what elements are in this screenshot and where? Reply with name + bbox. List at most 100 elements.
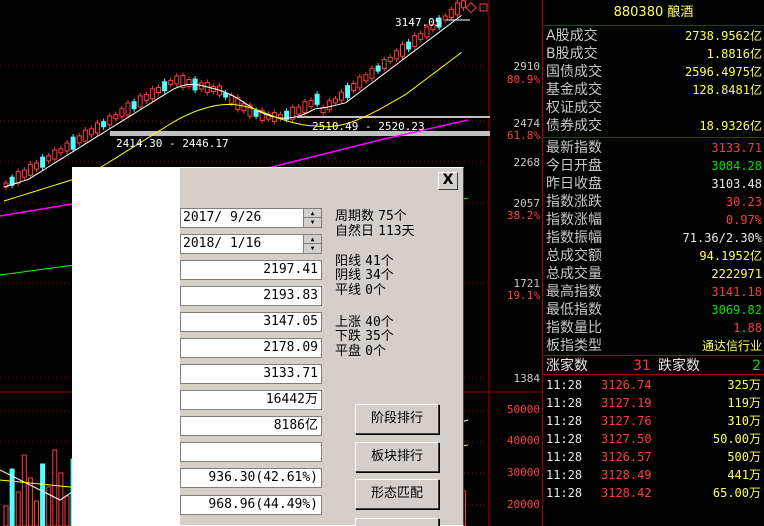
tick-row[interactable]: 11:28 3127.50 50.00万 <box>543 430 764 448</box>
info-row: 权证成交 <box>543 99 764 117</box>
info-value: 128.8481亿 <box>692 83 762 97</box>
dialog-titlebar[interactable]: X <box>180 168 463 194</box>
pattern-match-button[interactable]: 形态匹配 <box>355 479 439 509</box>
tick-volume: 119万 <box>727 396 761 410</box>
candle-body <box>64 142 70 152</box>
start-date-field[interactable]: 2017/ 9/26 ▲ ▼ <box>180 208 322 228</box>
info-label: B股成交 <box>546 46 598 62</box>
candle-body <box>168 79 174 85</box>
info-label: 国债成交 <box>546 64 602 80</box>
fall-count: 下跌 35个 <box>335 329 394 344</box>
candle-body <box>461 0 466 9</box>
candle-body <box>107 115 113 126</box>
candle-body <box>101 121 107 128</box>
candle-body <box>375 65 381 72</box>
info-label: 权证成交 <box>546 100 602 116</box>
candle-body <box>76 135 82 144</box>
tick-row[interactable]: 11:28 3127.76 310万 <box>543 412 764 430</box>
info-label: A股成交 <box>546 28 598 44</box>
info-value: 30.23 <box>725 195 762 209</box>
volume-bar <box>34 500 39 526</box>
stat-value-field: 2178.09 <box>180 338 322 358</box>
info-row: 总成交额 94.1952亿 <box>543 247 764 265</box>
info-label: 基金成交 <box>546 82 602 98</box>
info-value: 3084.28 <box>711 159 762 173</box>
stage-rank-button[interactable]: 阶段排行 <box>355 404 439 434</box>
range-band <box>297 116 490 118</box>
candle-body <box>418 32 424 40</box>
stat-value-field: 968.96(44.49%) <box>180 495 322 515</box>
tick-time: 11:28 <box>546 396 583 410</box>
info-row: 国债成交 2596.4975亿 <box>543 63 764 81</box>
tick-volume: 325万 <box>727 378 761 392</box>
candle-body <box>253 109 259 117</box>
volume-axis-label: 40000 <box>506 434 540 447</box>
info-value: 3103.48 <box>711 177 762 191</box>
info-value: 1.8816亿 <box>706 47 762 61</box>
tick-row[interactable]: 11:28 3128.42 65.00万 <box>543 484 764 502</box>
range-stats-dialog: X 2017/ 9/26 ▲ ▼ 2018/ 1/16 ▲ ▼ 2197.41 2… <box>179 167 464 526</box>
candle-body <box>34 162 39 170</box>
updown-row: 涨家数 31 跌家数 2 <box>543 355 764 375</box>
tick-time: 11:28 <box>546 414 583 428</box>
info-row: 总成交量 2222971 <box>543 265 764 283</box>
tick-price: 3127.76 <box>601 414 652 428</box>
index-title: 880380 酿酒 <box>543 0 764 26</box>
tick-row[interactable]: 11:28 3128.49 441万 <box>543 466 764 484</box>
tick-row[interactable]: 11:28 3126.57 500万 <box>543 448 764 466</box>
fib-pct-label: 19.1% <box>506 289 540 302</box>
quote-panel: 880380 酿酒 A股成交 2738.9562亿 B股成交 1.8816亿国债成交 2… <box>542 0 764 526</box>
candle-body <box>296 106 302 115</box>
spin-down-icon[interactable]: ▼ <box>304 218 321 227</box>
square-marker <box>479 3 488 12</box>
stat-value-field: 16442万 <box>180 390 322 410</box>
tick-row[interactable]: 11:28 3126.74 325万 <box>543 376 764 394</box>
tick-list[interactable]: 11:28 3126.74 325万 11:28 3127.19 119万 11:28 312… <box>543 375 764 502</box>
end-date-field[interactable]: 2018/ 1/16 ▲ ▼ <box>180 234 322 254</box>
close-button[interactable]: 关闭 <box>355 518 439 526</box>
volume-axis-label: 50000 <box>506 403 540 416</box>
candle-body <box>308 99 314 107</box>
candle-body <box>241 103 247 112</box>
range-label-1: 2414.30 - 2446.17 <box>116 137 229 150</box>
spin-up-icon[interactable]: ▲ <box>304 235 321 244</box>
info-value: 3069.82 <box>711 303 762 317</box>
info-value: 71.36/2.30% <box>682 231 762 245</box>
volume-bar <box>9 468 15 526</box>
tick-row[interactable]: 11:28 3127.19 119万 <box>543 394 764 412</box>
candle-body <box>70 136 76 150</box>
stat-value-field: 3133.71 <box>180 364 322 384</box>
info-value: 2738.9562亿 <box>684 29 762 43</box>
close-icon[interactable]: X <box>438 172 458 190</box>
tick-volume: 500万 <box>727 450 761 464</box>
stat-value-field <box>180 442 322 462</box>
tick-time: 11:28 <box>546 468 583 482</box>
sector-rank-button[interactable]: 板块排行 <box>355 442 439 472</box>
spin-up-icon[interactable]: ▲ <box>304 209 321 218</box>
info-value: 2596.4975亿 <box>684 65 762 79</box>
flat-count: 平线 0个 <box>335 283 386 298</box>
info-value: 3141.18 <box>711 285 762 299</box>
down-count-value: 2 <box>752 358 761 374</box>
candle-body <box>369 67 375 79</box>
candle-body <box>143 94 149 102</box>
candle-body <box>88 128 94 136</box>
turnover-section: A股成交 2738.9562亿 B股成交 1.8816亿国债成交 2596.4975亿基… <box>543 26 764 138</box>
start-date-spinner[interactable]: ▲ ▼ <box>303 209 321 227</box>
spin-down-icon[interactable]: ▼ <box>304 244 321 253</box>
end-date-value: 2018/ 1/16 <box>183 236 262 251</box>
candle-body <box>27 163 33 176</box>
info-label: 最高指数 <box>546 284 602 300</box>
info-label: 指数量比 <box>546 320 602 336</box>
volume-bar <box>52 449 58 526</box>
info-label: 昨日收盘 <box>546 176 602 192</box>
candle-body <box>174 75 180 85</box>
info-row: 最低指数 3069.82 <box>543 301 764 319</box>
info-row: 今日开盘 3084.28 <box>543 157 764 175</box>
up-count-value: 31 <box>633 358 651 374</box>
info-row: 最新指数 3133.71 <box>543 139 764 157</box>
end-date-spinner[interactable]: ▲ ▼ <box>303 235 321 253</box>
tick-time: 11:28 <box>546 378 583 392</box>
candle-body <box>125 102 131 116</box>
stat-value-field: 8186亿 <box>180 416 322 436</box>
